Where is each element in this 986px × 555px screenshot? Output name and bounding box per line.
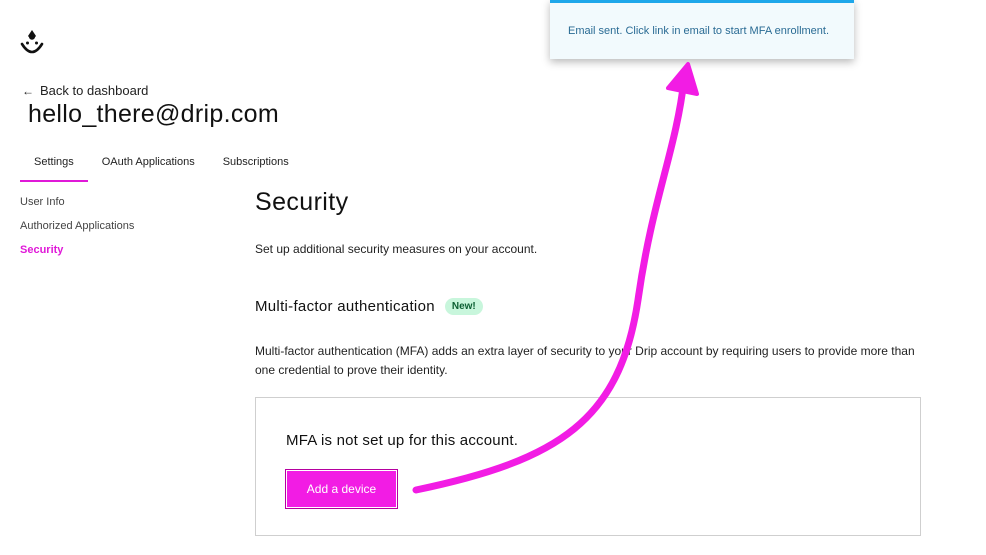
mfa-heading: Multi-factor authentication New!	[255, 298, 483, 315]
sidenav-item-user-info[interactable]: User Info	[20, 196, 134, 220]
annotation-arrow-head	[666, 62, 699, 96]
arrow-left-icon: ←	[22, 83, 34, 98]
mfa-status-card: MFA is not set up for this account. Add …	[255, 397, 921, 536]
add-device-button[interactable]: Add a device	[285, 469, 398, 509]
tab-subscriptions[interactable]: Subscriptions	[209, 148, 303, 180]
section-description: Set up additional security measures on y…	[255, 242, 538, 256]
drip-logo-icon[interactable]	[18, 28, 46, 58]
back-link-label: Back to dashboard	[40, 83, 149, 98]
sidenav-item-security[interactable]: Security	[20, 244, 134, 268]
tab-oauth-applications[interactable]: OAuth Applications	[88, 148, 209, 180]
sidenav-item-authorized-applications[interactable]: Authorized Applications	[20, 220, 134, 244]
section-title: Security	[255, 188, 349, 216]
mfa-title: Multi-factor authentication	[255, 298, 435, 315]
mfa-description: Multi-factor authentication (MFA) adds a…	[255, 344, 915, 377]
page-title: hello_there@drip.com	[28, 100, 279, 128]
settings-tabs: Settings OAuth Applications Subscription…	[20, 148, 303, 182]
back-to-dashboard-link[interactable]: ← Back to dashboard	[22, 83, 148, 98]
email-sent-toast: Email sent. Click link in email to start…	[550, 0, 854, 59]
toast-message: Email sent. Click link in email to start…	[568, 25, 830, 37]
settings-sidenav: User Info Authorized Applications Securi…	[20, 196, 134, 268]
new-badge: New!	[444, 298, 483, 315]
mfa-status-text: MFA is not set up for this account.	[286, 432, 519, 449]
security-settings-page: ← Back to dashboard hello_there@drip.com…	[0, 0, 986, 555]
tab-settings[interactable]: Settings	[20, 148, 88, 182]
